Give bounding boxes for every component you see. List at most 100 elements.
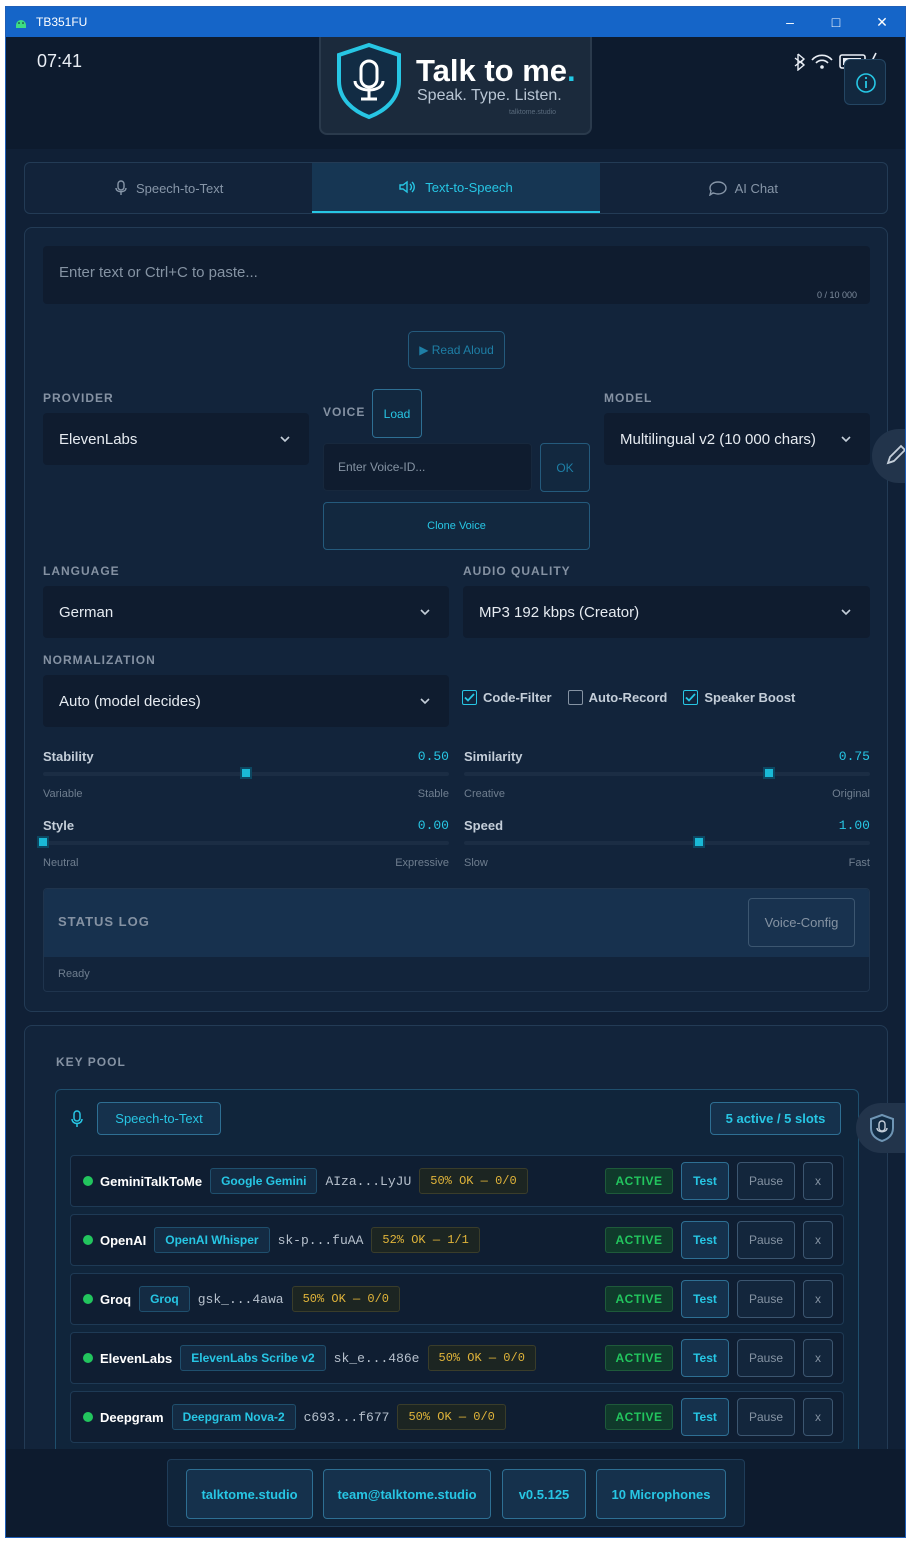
voice-id-input[interactable]: Enter Voice-ID...: [323, 443, 532, 491]
chat-icon: [708, 181, 727, 196]
pause-button[interactable]: Pause: [737, 1280, 795, 1318]
pause-button[interactable]: Pause: [737, 1221, 795, 1259]
remove-key-button[interactable]: x: [803, 1398, 833, 1436]
version-badge[interactable]: v0.5.125: [502, 1469, 586, 1519]
key-row-actions: ACTIVE Test Pause x: [605, 1398, 833, 1436]
slider-track[interactable]: [43, 767, 449, 779]
floating-app-button[interactable]: [856, 1103, 905, 1153]
status-dot: [83, 1235, 93, 1245]
normalization-value: Auto (model decides): [59, 692, 201, 710]
remove-key-button[interactable]: x: [803, 1162, 833, 1200]
key-row: Groq Groq gsk_...4awa 50% OK — 0/0 ACTIV…: [70, 1273, 844, 1325]
pause-button[interactable]: Pause: [737, 1339, 795, 1377]
provider-select[interactable]: ElevenLabs: [43, 413, 309, 465]
status-log-header: STATUS LOG: [44, 889, 869, 957]
slider-thumb[interactable]: [37, 836, 49, 848]
remove-key-button[interactable]: x: [803, 1339, 833, 1377]
maximize-button[interactable]: □: [813, 7, 859, 37]
tts-text-input[interactable]: Enter text or Ctrl+C to paste...: [43, 246, 870, 304]
test-button[interactable]: Test: [681, 1162, 729, 1200]
test-button[interactable]: Test: [681, 1221, 729, 1259]
provider-badge: OpenAI Whisper: [154, 1227, 270, 1253]
slider-thumb[interactable]: [762, 767, 775, 779]
slots-badge: 5 active / 5 slots: [710, 1102, 841, 1135]
model-value: Multilingual v2 (10 000 chars): [620, 430, 816, 448]
auto-record-checkbox[interactable]: Auto-Record: [567, 690, 667, 705]
info-button[interactable]: [844, 59, 886, 105]
speed-slider[interactable]: Speed 1.00 Slow Fast: [464, 818, 870, 872]
slider-track[interactable]: [464, 836, 870, 848]
microphone-icon: [71, 1110, 83, 1127]
masked-key: sk-p...fuAA: [277, 1232, 364, 1248]
load-voice-button[interactable]: Load: [372, 389, 422, 438]
slider-min-label: Creative: [464, 788, 505, 800]
remove-key-button[interactable]: x: [803, 1221, 833, 1259]
clone-voice-button[interactable]: Clone Voice: [323, 502, 590, 550]
test-button[interactable]: Test: [681, 1339, 729, 1377]
similarity-slider[interactable]: Similarity 0.75 Creative Original: [464, 749, 870, 803]
microphones-button[interactable]: 10 Microphones: [596, 1469, 726, 1519]
key-row-actions: ACTIVE Test Pause x: [605, 1280, 833, 1318]
char-counter: 0 / 10 000: [816, 290, 857, 300]
remove-key-button[interactable]: x: [803, 1280, 833, 1318]
slider-value: 1.00: [838, 818, 870, 833]
voice-config-button[interactable]: Voice-Config: [748, 898, 855, 947]
slider-max-label: Stable: [417, 788, 449, 800]
tab-label: Text-to-Speech: [425, 179, 513, 195]
masked-key: AIza...LyJU: [325, 1173, 412, 1189]
title-bar: TB351FU – □ ✕: [6, 7, 905, 37]
provider-label: PROVIDER: [43, 391, 114, 405]
pause-button[interactable]: Pause: [737, 1162, 795, 1200]
success-rate-badge: 50% OK — 0/0: [419, 1168, 528, 1194]
tab-text-to-speech[interactable]: Text-to-Speech: [312, 163, 600, 213]
slider-name: Stability: [43, 749, 94, 764]
slider-thumb[interactable]: [693, 836, 706, 848]
language-select[interactable]: German: [43, 586, 449, 638]
code-filter-checkbox[interactable]: Code-Filter: [462, 690, 552, 705]
masked-key: gsk_...4awa: [197, 1291, 284, 1307]
provider-badge: Deepgram Nova-2: [171, 1404, 296, 1430]
pause-button[interactable]: Pause: [737, 1398, 795, 1436]
provider-badge: ElevenLabs Scribe v2: [180, 1345, 326, 1371]
slider-track[interactable]: [37, 836, 449, 848]
model-select[interactable]: Multilingual v2 (10 000 chars): [604, 413, 870, 465]
service-selector-button[interactable]: Speech-to-Text: [97, 1102, 221, 1135]
audio-quality-label: AUDIO QUALITY: [463, 564, 571, 578]
chevron-down-icon: [420, 609, 430, 616]
audio-quality-select[interactable]: MP3 192 kbps (Creator): [463, 586, 870, 638]
slider-track[interactable]: [464, 767, 870, 779]
status-dot: [83, 1294, 93, 1304]
footer-bar: talktome.studio team@talktome.studio v0.…: [167, 1459, 745, 1527]
logo-domain: talktome.studio: [509, 109, 557, 116]
slider-min-label: Neutral: [43, 857, 79, 869]
status-bar: 07:41 Talk to me. Speak. Type. Listen. t…: [6, 37, 905, 149]
normalization-select[interactable]: Auto (model decides): [43, 675, 449, 727]
stability-slider[interactable]: Stability 0.50 Variable Stable: [43, 749, 449, 803]
voice-ok-button[interactable]: OK: [540, 443, 590, 492]
slider-value: 0.00: [417, 818, 449, 833]
key-name: GeminiTalkToMe: [100, 1173, 203, 1189]
key-name: Groq: [100, 1291, 132, 1307]
masked-key: c693...f677: [303, 1409, 390, 1425]
minimize-button[interactable]: –: [767, 7, 813, 37]
slider-name: Similarity: [464, 749, 523, 764]
tab-speech-to-text[interactable]: Speech-to-Text: [25, 163, 312, 213]
clock: 07:41: [37, 51, 83, 71]
checkbox-label: Code-Filter: [483, 690, 552, 705]
test-button[interactable]: Test: [681, 1280, 729, 1318]
slider-value: 0.75: [838, 749, 870, 764]
email-link[interactable]: team@talktome.studio: [323, 1469, 491, 1519]
language-label: LANGUAGE: [43, 564, 120, 578]
speaker-boost-checkbox[interactable]: Speaker Boost: [683, 690, 795, 705]
footer: talktome.studio team@talktome.studio v0.…: [6, 1449, 905, 1537]
close-button[interactable]: ✕: [859, 7, 905, 37]
key-row: Deepgram Deepgram Nova-2 c693...f677 50%…: [70, 1391, 844, 1443]
read-aloud-button[interactable]: ▶ Read Aloud: [408, 331, 505, 369]
style-slider[interactable]: Style 0.00 Neutral Expressive: [37, 818, 449, 872]
tab-ai-chat[interactable]: AI Chat: [600, 163, 887, 213]
test-button[interactable]: Test: [681, 1398, 729, 1436]
website-link[interactable]: talktome.studio: [186, 1469, 313, 1519]
app-content: 07:41 Talk to me. Speak. Type. Listen. t…: [6, 37, 905, 1537]
key-row: ElevenLabs ElevenLabs Scribe v2 sk_e...4…: [70, 1332, 844, 1384]
slider-thumb[interactable]: [240, 767, 252, 779]
